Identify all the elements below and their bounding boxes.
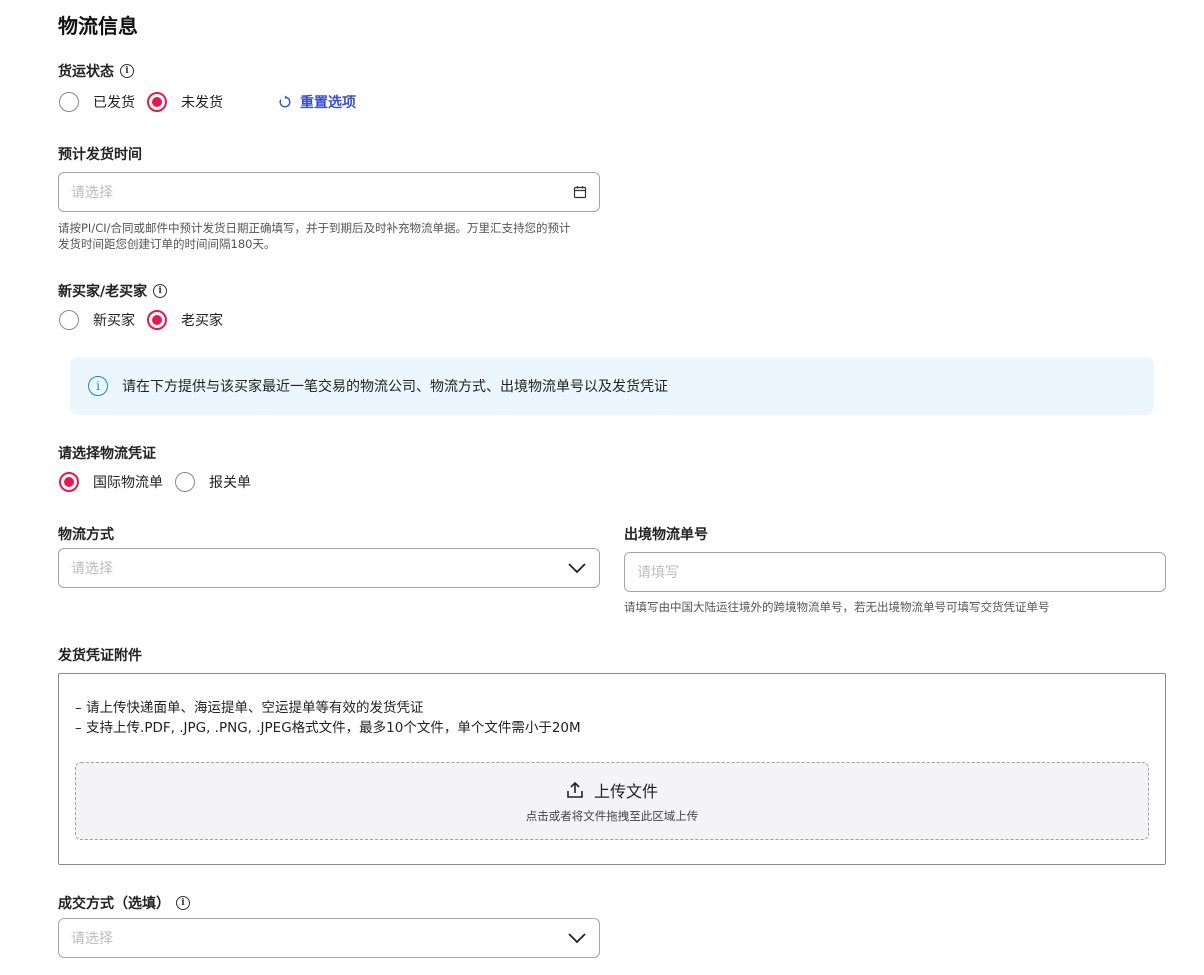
hint-line: 发货时间距您创建订单的时间间隔180天。 (58, 237, 276, 251)
radio-not-shipped[interactable]: 未发货 (147, 92, 223, 112)
upload-icon (567, 782, 583, 798)
shipping-status-label-text: 货运状态 (58, 64, 114, 80)
info-notice: i 请在下方提供与该买家最近一笔交易的物流公司、物流方式、出境物流单号以及发货凭… (70, 357, 1154, 415)
select-placeholder: 请选择 (71, 931, 113, 947)
hint-line: 请按PI/CI/合同或邮件中预计发货日期正确填写，并于到期后及时补充物流单据。万… (58, 221, 571, 235)
expected-ship-time-label: 预计发货时间 (58, 147, 142, 163)
info-icon[interactable]: i (153, 284, 168, 298)
reset-options-label: 重置选项 (300, 95, 356, 111)
expected-ship-time-picker[interactable]: 请选择 (58, 172, 600, 212)
deal-method-select[interactable]: 请选择 (58, 918, 600, 958)
radio-label: 新买家 (93, 313, 135, 329)
page-title: 物流信息 (58, 14, 138, 38)
logistics-method-label: 物流方式 (58, 527, 114, 543)
info-icon[interactable]: i (120, 64, 134, 78)
input-placeholder: 请填写 (637, 565, 679, 581)
buyer-type-label: 新买家/老买家 i (58, 281, 168, 301)
upload-subtitle: 点击或者将文件拖拽至此区域上传 (525, 809, 699, 823)
outbound-number-hint: 请填写由中国大陆运往境外的跨境物流单号，若无出境物流单号可填写交货凭证单号 (624, 600, 1050, 614)
buyer-type-radio-group: 新买家 老买家 (59, 310, 235, 330)
upload-title: 上传文件 (593, 782, 658, 801)
buyer-type-label-text: 新买家/老买家 (58, 284, 148, 300)
upload-rule: – 请上传快递面单、海运提单、空运提单等有效的发货凭证 (75, 700, 424, 716)
radio-new-buyer[interactable]: 新买家 (59, 310, 135, 330)
radio-label: 报关单 (209, 475, 251, 491)
radio-intl-logistics[interactable]: 国际物流单 (59, 472, 163, 492)
shipping-status-radio-group: 已发货 未发货 (59, 92, 235, 112)
attachment-label: 发货凭证附件 (58, 648, 142, 664)
reset-options-button[interactable]: 重置选项 (278, 92, 356, 112)
radio-customs-declaration[interactable]: 报关单 (175, 472, 251, 492)
radio-label: 国际物流单 (93, 475, 163, 491)
radio-circle-checked[interactable] (147, 310, 167, 330)
deal-method-label: 成交方式（选填） i (58, 893, 190, 913)
radio-circle[interactable] (59, 310, 79, 330)
logistics-proof-radio-group: 国际物流单 报关单 (59, 472, 263, 492)
radio-old-buyer[interactable]: 老买家 (147, 310, 223, 330)
radio-circle[interactable] (59, 92, 79, 112)
radio-circle-checked[interactable] (59, 472, 79, 492)
deal-method-label-text: 成交方式（选填） (58, 896, 170, 912)
chevron-down-icon[interactable] (567, 561, 587, 575)
upload-button[interactable]: 上传文件 (566, 778, 658, 802)
chevron-down-icon[interactable] (567, 931, 587, 945)
radio-circle[interactable] (175, 472, 195, 492)
info-icon: i (88, 376, 108, 396)
reset-icon (279, 95, 291, 108)
info-icon[interactable]: i (176, 896, 190, 910)
logistics-method-select[interactable]: 请选择 (58, 548, 600, 588)
upload-dropzone[interactable]: 上传文件 点击或者将文件拖拽至此区域上传 (75, 762, 1149, 840)
notice-text: 请在下方提供与该买家最近一笔交易的物流公司、物流方式、出境物流单号以及发货凭证 (122, 379, 668, 395)
radio-label: 已发货 (93, 95, 135, 111)
logistics-proof-label: 请选择物流凭证 (58, 446, 156, 462)
radio-label: 未发货 (181, 95, 223, 111)
radio-shipped[interactable]: 已发货 (59, 92, 135, 112)
upload-rule: – 支持上传.PDF, .JPG, .PNG, .JPEG格式文件，最多10个文… (75, 720, 581, 736)
date-placeholder: 请选择 (71, 185, 113, 201)
calendar-icon[interactable] (573, 185, 587, 199)
attachment-upload-box: – 请上传快递面单、海运提单、空运提单等有效的发货凭证 – 支持上传.PDF, … (58, 673, 1166, 865)
radio-label: 老买家 (181, 313, 223, 329)
outbound-number-input[interactable]: 请填写 (624, 552, 1166, 592)
outbound-number-label: 出境物流单号 (624, 527, 708, 543)
shipping-status-label: 货运状态 i (58, 61, 134, 81)
select-placeholder: 请选择 (71, 561, 113, 577)
upload-rules: – 请上传快递面单、海运提单、空运提单等有效的发货凭证 – 支持上传.PDF, … (75, 698, 581, 738)
expected-ship-time-hint: 请按PI/CI/合同或邮件中预计发货日期正确填写，并于到期后及时补充物流单据。万… (58, 220, 618, 252)
radio-circle-checked[interactable] (147, 92, 167, 112)
